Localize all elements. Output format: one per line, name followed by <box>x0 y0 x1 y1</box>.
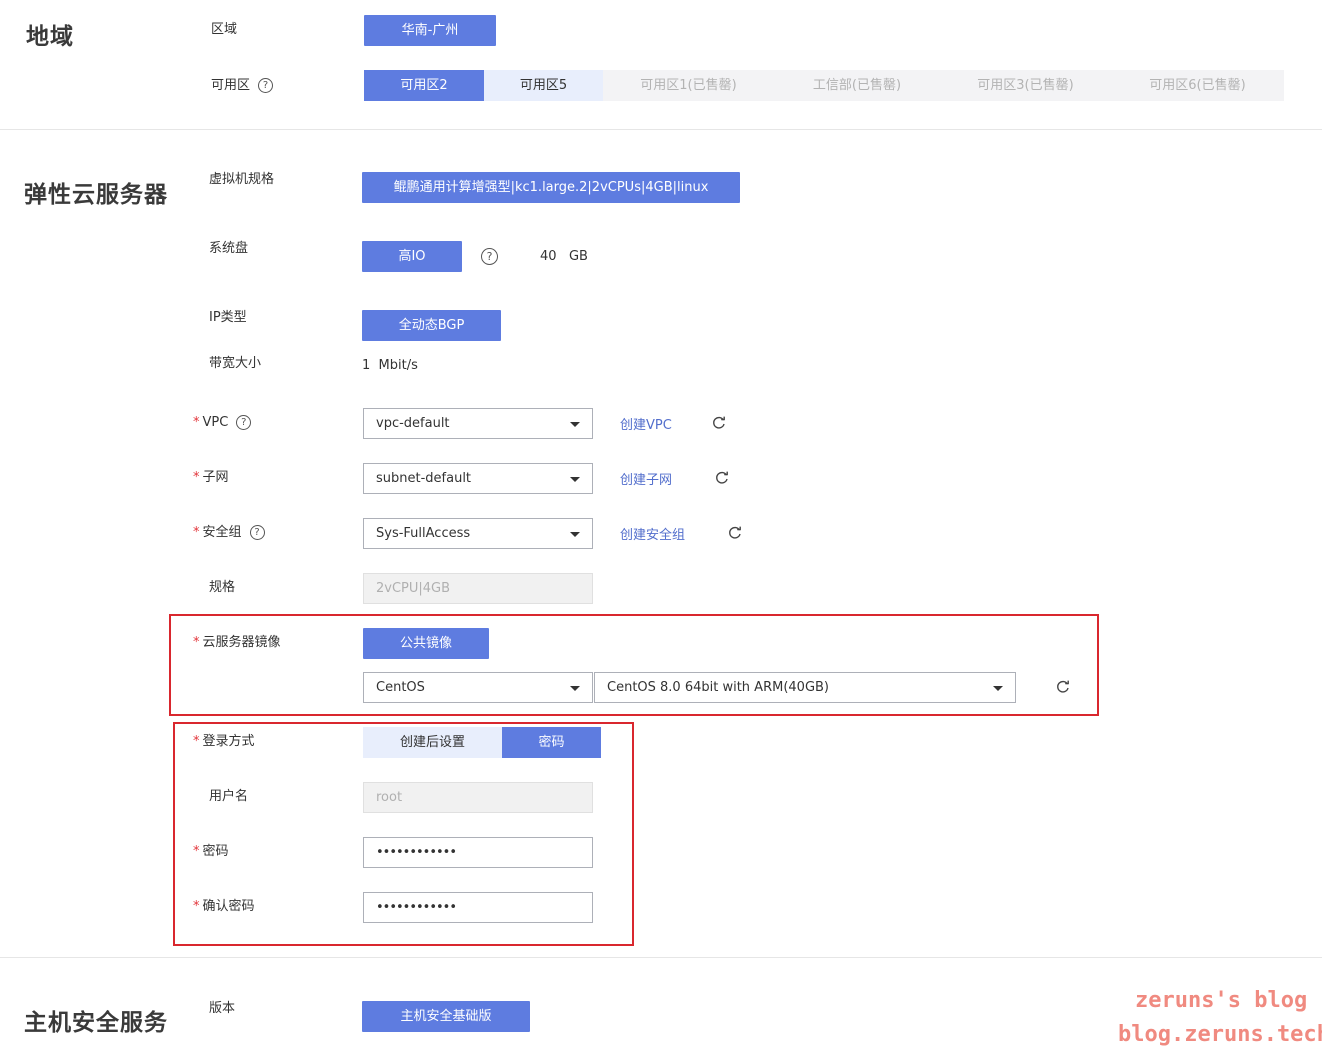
section-divider <box>0 957 1322 958</box>
image-label: * 云服务器镜像 <box>193 633 281 653</box>
watermark-line1: zeruns's blog <box>1135 988 1308 1013</box>
create-vpc-link[interactable]: 创建VPC <box>620 414 672 433</box>
chevron-down-icon <box>570 531 580 537</box>
help-icon[interactable]: ? <box>236 415 252 430</box>
security-group-select-value: Sys-FullAccess <box>376 526 471 541</box>
region-button[interactable]: 华南-广州 <box>364 15 496 46</box>
vpc-select-value: vpc-default <box>376 416 450 431</box>
chevron-down-icon <box>570 685 580 691</box>
subnet-label-text: 子网 <box>202 470 229 485</box>
tab-az2[interactable]: 可用区2 <box>364 70 484 101</box>
chevron-down-icon <box>570 476 580 482</box>
os-select[interactable]: CentOS <box>363 672 593 703</box>
disk-size: 40 GB <box>540 247 588 267</box>
tab-az3[interactable]: 可用区3(已售罄) <box>940 70 1111 101</box>
flavor-button[interactable]: 鲲鹏通用计算增强型|kc1.large.2|2vCPUs|4GB|linux <box>362 172 740 203</box>
required-mark: * <box>193 635 200 650</box>
tab-password[interactable]: 密码 <box>502 727 601 758</box>
security-group-label: * 安全组? <box>193 523 265 543</box>
disk-label: 系统盘 <box>209 241 249 256</box>
tab-set-later[interactable]: 创建后设置 <box>363 727 502 758</box>
spec-label: 规格 <box>209 580 236 595</box>
region-section-title: 地域 <box>26 24 74 50</box>
help-icon[interactable]: ? <box>481 248 498 265</box>
az-label: 可用区? <box>211 76 274 96</box>
bandwidth-value: 1 Mbit/s <box>362 356 418 376</box>
disk-type-button[interactable]: 高IO <box>362 241 462 272</box>
refresh-icon[interactable] <box>727 525 743 541</box>
refresh-icon[interactable] <box>714 470 730 486</box>
security-group-select[interactable]: Sys-FullAccess <box>363 518 593 549</box>
required-mark: * <box>193 844 200 859</box>
required-mark: * <box>193 470 200 485</box>
password-label: * 密码 <box>193 842 229 862</box>
os-version-select[interactable]: CentOS 8.0 64bit with ARM(40GB) <box>594 672 1016 703</box>
subnet-select-value: subnet-default <box>376 471 472 486</box>
login-method-label: * 登录方式 <box>193 732 255 752</box>
os-version-select-value: CentOS 8.0 64bit with ARM(40GB) <box>607 680 830 695</box>
ip-type-label: IP类型 <box>209 310 247 325</box>
confirm-password-field[interactable]: •••••••••••• <box>363 892 593 923</box>
vpc-select[interactable]: vpc-default <box>363 408 593 439</box>
hss-version-button[interactable]: 主机安全基础版 <box>362 1001 530 1032</box>
tab-az1[interactable]: 可用区1(已售罄) <box>603 70 774 101</box>
hss-section-title: 主机安全服务 <box>24 1010 168 1036</box>
bandwidth-number: 1 <box>362 358 371 373</box>
help-icon[interactable]: ? <box>258 78 274 93</box>
refresh-icon[interactable] <box>1055 679 1071 695</box>
chevron-down-icon <box>570 421 580 427</box>
spec-field: 2vCPU|4GB <box>363 573 593 604</box>
vpc-label-text: VPC <box>202 415 229 430</box>
bandwidth-label: 带宽大小 <box>209 356 262 371</box>
tab-az6[interactable]: 可用区6(已售罄) <box>1111 70 1284 101</box>
password-field[interactable]: •••••••••••• <box>363 837 593 868</box>
chevron-down-icon <box>993 685 1003 691</box>
version-label: 版本 <box>209 1001 236 1016</box>
flavor-label: 虚拟机规格 <box>209 172 275 187</box>
region-label: 区域 <box>211 22 238 37</box>
subnet-select[interactable]: subnet-default <box>363 463 593 494</box>
subnet-label: * 子网 <box>193 468 229 488</box>
login-method-label-text: 登录方式 <box>202 734 255 749</box>
ip-type-button[interactable]: 全动态BGP <box>362 310 501 341</box>
create-subnet-link[interactable]: 创建子网 <box>620 469 672 488</box>
public-image-button[interactable]: 公共镜像 <box>363 628 489 659</box>
ecs-section-title: 弹性云服务器 <box>24 182 168 208</box>
confirm-password-label-text: 确认密码 <box>202 899 255 914</box>
section-divider <box>0 129 1322 130</box>
watermark-line2: blog.zeruns.tech <box>1118 1022 1322 1047</box>
refresh-icon[interactable] <box>711 415 727 431</box>
required-mark: * <box>193 734 200 749</box>
disk-size-unit: GB <box>568 249 588 264</box>
bandwidth-unit: Mbit/s <box>378 358 418 373</box>
required-mark: * <box>193 525 200 540</box>
tab-miit[interactable]: 工信部(已售罄) <box>774 70 940 101</box>
vpc-label: * VPC? <box>193 413 252 433</box>
tab-az5[interactable]: 可用区5 <box>484 70 603 101</box>
password-label-text: 密码 <box>202 844 229 859</box>
create-security-group-link[interactable]: 创建安全组 <box>620 524 685 543</box>
username-label: 用户名 <box>209 789 249 804</box>
az-label-text: 可用区 <box>211 78 251 93</box>
help-icon[interactable]: ? <box>249 525 265 540</box>
confirm-password-label: * 确认密码 <box>193 897 255 917</box>
disk-size-value: 40 <box>540 249 557 264</box>
image-label-text: 云服务器镜像 <box>202 635 281 650</box>
username-field: root <box>363 782 593 813</box>
required-mark: * <box>193 899 200 914</box>
security-group-label-text: 安全组 <box>202 525 242 540</box>
required-mark: * <box>193 415 200 430</box>
os-select-value: CentOS <box>376 680 425 695</box>
